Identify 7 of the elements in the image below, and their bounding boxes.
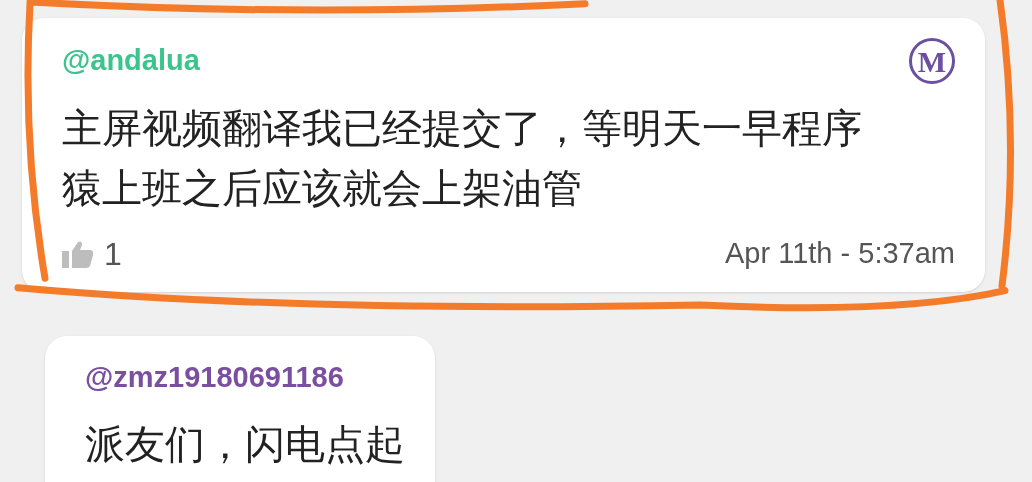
timestamp: Apr 11th - 5:37am: [725, 236, 955, 272]
message-text: 派友们，闪电点起: [85, 420, 405, 468]
like-count: 1: [104, 235, 122, 274]
badge-icon: M: [909, 38, 955, 84]
username[interactable]: @zmz19180691186: [85, 356, 344, 400]
message-text: 主屏视频翻译我已经提交了，等明天一早程序猿上班之后应该就会上架油管: [62, 105, 863, 212]
thumbs-up-icon[interactable]: [62, 240, 94, 268]
